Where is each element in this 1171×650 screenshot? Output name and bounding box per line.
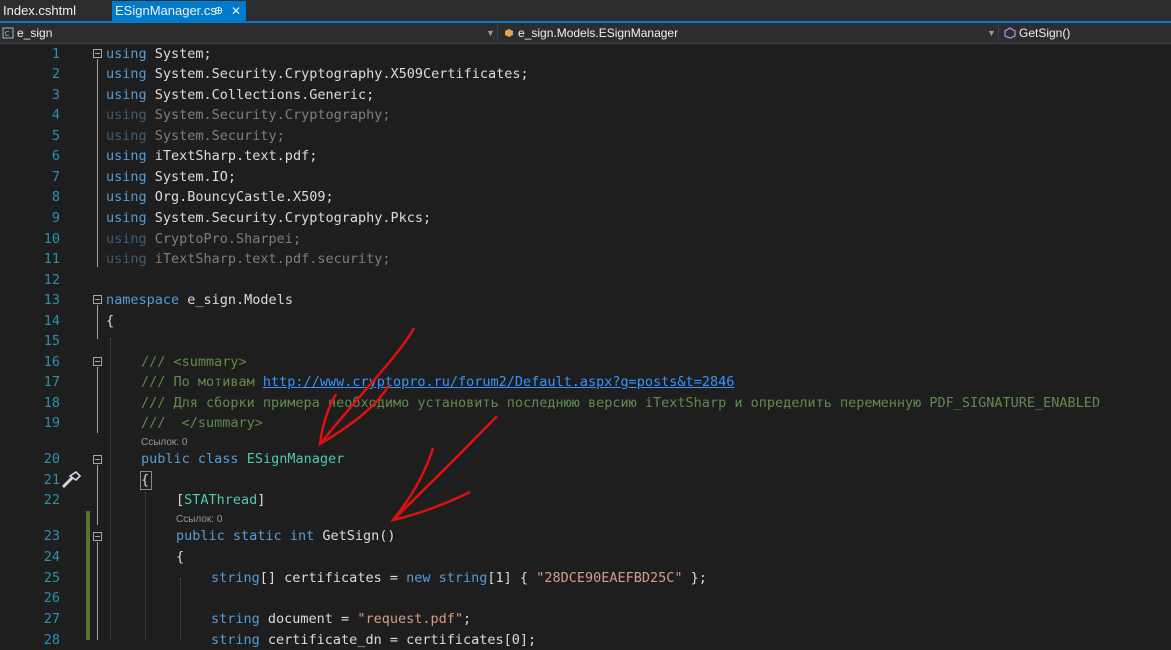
project-name: e_sign: [17, 26, 53, 40]
tab-index-cshtml[interactable]: Index.cshtml: [0, 1, 108, 21]
pin-icon[interactable]: ⊕: [214, 1, 223, 21]
chevron-down-icon: ▼: [987, 28, 996, 38]
tab-label: ESignManager.cs: [115, 3, 217, 18]
csharp-project-icon: C: [2, 27, 14, 39]
code-editor[interactable]: 1 using System; 2 using System.Security.Cr…: [0, 44, 1171, 648]
member-dropdown[interactable]: GetSign(): [1004, 23, 1169, 43]
divider: [497, 25, 498, 41]
project-dropdown[interactable]: Ce_sign ▼: [2, 23, 495, 43]
member-name: GetSign(): [1019, 26, 1071, 40]
divider: [998, 25, 999, 41]
tab-bar: Index.cshtml ESignManager.cs ⊕ ✕: [0, 0, 1171, 22]
type-dropdown[interactable]: e_sign.Models.ESignManager ▼: [503, 23, 996, 43]
method-icon: [1004, 27, 1016, 39]
navigation-bar: Ce_sign ▼ e_sign.Models.ESignManager ▼ G…: [0, 23, 1171, 44]
svg-text:C: C: [5, 30, 10, 38]
tab-label: Index.cshtml: [3, 3, 76, 18]
tab-esignmanager-cs[interactable]: ESignManager.cs ⊕ ✕: [112, 1, 246, 21]
type-name: e_sign.Models.ESignManager: [518, 26, 679, 40]
chevron-down-icon: ▼: [486, 28, 495, 38]
class-icon: [505, 29, 513, 37]
close-icon[interactable]: ✕: [231, 1, 241, 21]
red-annotation-arrows: [318, 327, 498, 522]
